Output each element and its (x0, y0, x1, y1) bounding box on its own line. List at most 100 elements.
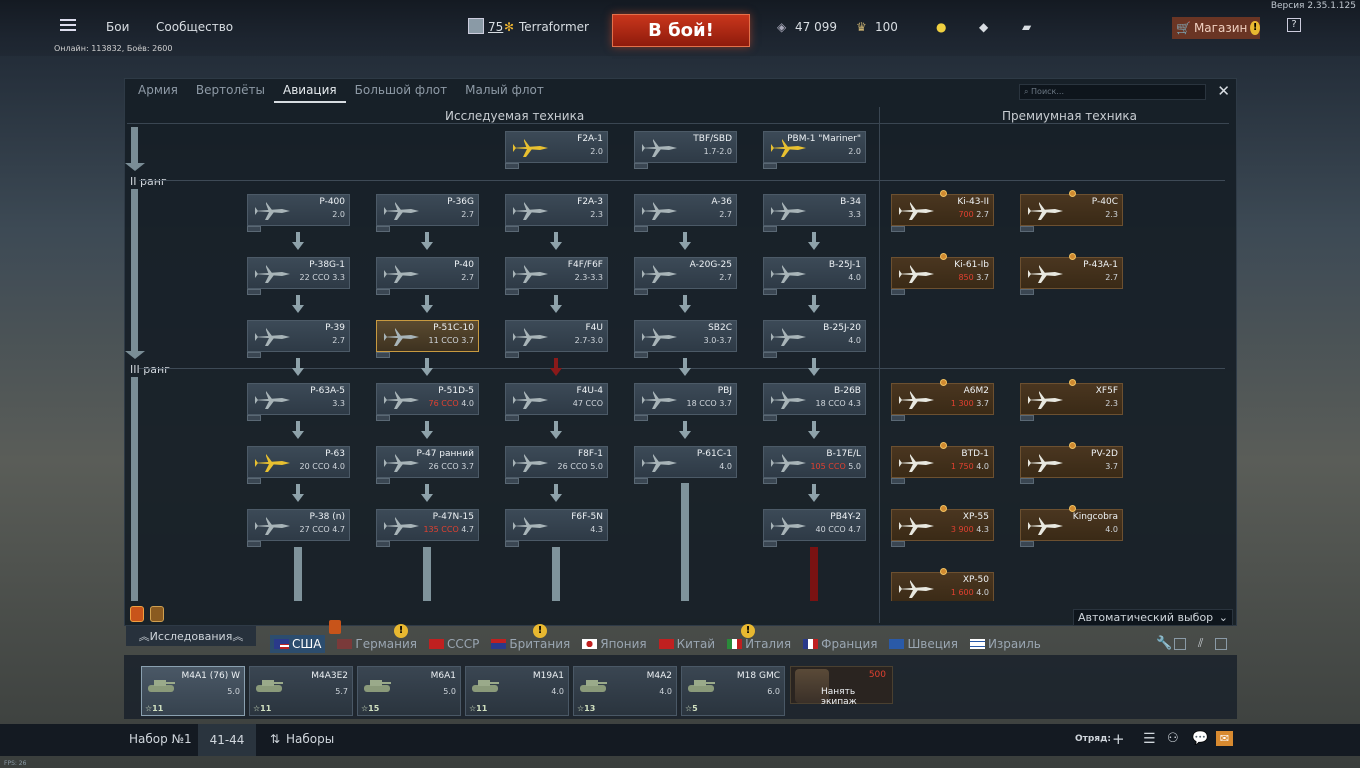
vehicle-card[interactable]: PB4Y-2 40 CCO 4.7 (763, 509, 866, 547)
vehicle-card[interactable]: B-26B 18 CCO 4.3 (763, 383, 866, 421)
vehicle-card[interactable]: Kingcobra 4.0 (1020, 505, 1123, 547)
vehicle-card[interactable]: TBF/SBD 1.7-2.0 (634, 131, 737, 169)
nation-japan[interactable]: Япония (582, 635, 647, 653)
battlepass-icon[interactable]: ◆ (979, 20, 988, 34)
nation-ussr[interactable]: СССР (429, 635, 479, 653)
achievement-icon[interactable] (150, 606, 164, 622)
mail-icon[interactable]: ✉ (1216, 731, 1233, 746)
nation-usa[interactable]: США (270, 635, 326, 653)
shop-button[interactable]: 🛒 Магазин! (1172, 17, 1260, 39)
tab-bluewater-fleet[interactable]: Большой флот (346, 79, 457, 103)
crew-slot[interactable]: M4A1 (76) W 5.0 ☆11 (141, 666, 245, 716)
vehicle-card[interactable]: P-43A-1 2.7 (1020, 253, 1123, 295)
hire-crew-slot[interactable]: 500 Нанять экипаж (790, 666, 893, 707)
vehicle-card[interactable]: F4F/F6F 2.3-3.3 (505, 257, 608, 295)
vehicle-card[interactable]: F6F-5N 4.3 (505, 509, 608, 547)
nation-israel[interactable]: Израиль (969, 635, 1041, 653)
silver-balance[interactable]: 47 099 (795, 20, 837, 34)
nation-china[interactable]: Китай (658, 635, 715, 653)
chat-icon[interactable]: 💬 (1192, 731, 1208, 746)
vehicle-name: P-47N-15 (432, 512, 474, 522)
friends-icon[interactable]: ⚇ (1167, 731, 1179, 746)
vehicle-card[interactable]: P-39 2.7 (247, 320, 350, 358)
vehicle-card[interactable]: P-38 (n) 27 CCO 4.7 (247, 509, 350, 547)
achievement-icon[interactable] (130, 606, 144, 622)
vehicle-card[interactable]: PV-2D 3.7 (1020, 442, 1123, 484)
vehicle-card[interactable]: P-40 2.7 (376, 257, 479, 295)
ammo-checkbox[interactable] (1215, 638, 1227, 650)
search-input[interactable]: ⌕ Поиск... (1019, 84, 1206, 100)
battles-menu[interactable]: Бои (106, 20, 129, 34)
wrench-icon[interactable]: 🔧 (1156, 636, 1172, 651)
tab-coastal-fleet[interactable]: Малый флот (456, 79, 553, 103)
auto-select-dropdown[interactable]: Автоматический выбор ⌄ (1073, 609, 1233, 626)
nation-germany[interactable]: Германия (337, 635, 417, 653)
vehicle-card[interactable]: P-36G 2.7 (376, 194, 479, 232)
vehicle-card[interactable]: P-51D-5 76 CCO 4.0 (376, 383, 479, 421)
vehicle-card[interactable]: A6M2 1 300 3.7 (891, 379, 994, 421)
vehicle-card[interactable]: P-47N-15 135 CCO 4.7 (376, 509, 479, 547)
vehicle-card[interactable]: B-34 3.3 (763, 194, 866, 232)
vehicle-br: 4.0 (1105, 525, 1118, 534)
vehicle-card[interactable]: P-40C 2.3 (1020, 190, 1123, 232)
tab-army[interactable]: Армия (129, 79, 187, 103)
vehicle-card[interactable]: PBJ 18 CCO 3.7 (634, 383, 737, 421)
vehicle-card[interactable]: A-20G-25 2.7 (634, 257, 737, 295)
vehicle-card[interactable]: XP-50 1 600 4.0 (891, 568, 994, 601)
vehicle-card[interactable]: PBM-1 "Mariner" 2.0 (763, 131, 866, 169)
vehicle-card[interactable]: F4U 2.7-3.0 (505, 320, 608, 358)
golden-eagles-balance[interactable]: 100 (875, 20, 898, 34)
vehicle-card[interactable]: P-63A-5 3.3 (247, 383, 350, 421)
crew-slot[interactable]: M19A1 4.0 ☆11 (465, 666, 569, 716)
preset-name[interactable]: Набор №1 (129, 732, 192, 746)
vehicle-card[interactable]: XF5F 2.3 (1020, 379, 1123, 421)
vehicle-card[interactable]: Ki-61-Ib 850 3.7 (891, 253, 994, 295)
vehicle-card[interactable]: B-25J-1 4.0 (763, 257, 866, 295)
vehicle-card[interactable]: XP-55 3 900 4.3 (891, 505, 994, 547)
vehicle-card[interactable]: P-400 2.0 (247, 194, 350, 232)
nation-britain[interactable]: Британия (491, 635, 570, 653)
vehicle-card[interactable]: BTD-1 1 750 4.0 (891, 442, 994, 484)
vehicle-card[interactable]: Ki-43-II 700 2.7 (891, 190, 994, 232)
vehicle-card[interactable]: P-47 ранний 26 CCO 3.7 (376, 446, 479, 484)
menu-icon[interactable] (60, 18, 76, 35)
battle-button[interactable]: В бой! (612, 14, 750, 47)
vehicle-card[interactable]: A-36 2.7 (634, 194, 737, 232)
repair-checkbox[interactable] (1174, 638, 1186, 650)
tab-aviation[interactable]: Авиация (274, 79, 346, 103)
crew-slot[interactable]: M18 GMC 6.0 ☆5 (681, 666, 785, 716)
ticket-icon[interactable]: ▰ (1022, 20, 1031, 34)
list-icon[interactable]: ☰ (1143, 731, 1156, 747)
community-menu[interactable]: Сообщество (156, 20, 233, 34)
vehicle-card[interactable]: P-61C-1 4.0 (634, 446, 737, 484)
nation-sweden[interactable]: Швеция (889, 635, 958, 653)
research-toggle[interactable]: ︽ Исследования ︽ (126, 626, 256, 646)
vehicle-card[interactable]: B-17E/L 105 CCO 5.0 (763, 446, 866, 484)
arrow-icon (425, 484, 429, 494)
add-squad-icon[interactable]: + (1112, 730, 1125, 748)
preset-range[interactable]: 41-44 (198, 724, 256, 756)
crew-slot[interactable]: M4A2 4.0 ☆13 (573, 666, 677, 716)
vehicle-card[interactable]: F8F-1 26 CCO 5.0 (505, 446, 608, 484)
vehicle-card[interactable]: F2A-3 2.3 (505, 194, 608, 232)
tab-helicopters[interactable]: Вертолёты (187, 79, 274, 103)
player-name[interactable]: Terraformer (519, 20, 589, 34)
nation-france[interactable]: Франция (803, 635, 877, 653)
help-icon[interactable]: ? (1287, 18, 1301, 32)
vehicle-card[interactable]: B-25J-20 4.0 (763, 320, 866, 358)
presets-icon[interactable]: ⇅ (270, 732, 280, 746)
vehicle-card[interactable]: F4U-4 47 CCO (505, 383, 608, 421)
presets-button[interactable]: Наборы (286, 732, 334, 746)
close-icon[interactable]: ✕ (1217, 82, 1230, 100)
vehicle-card[interactable]: F2A-1 2.0 (505, 131, 608, 169)
bulb-icon[interactable]: ● (936, 20, 946, 34)
avatar[interactable] (468, 18, 484, 34)
nation-italy[interactable]: Италия (727, 635, 791, 653)
vehicle-card[interactable]: P-51C-10 11 CCO 3.7 (376, 320, 479, 358)
crew-slot[interactable]: M6A1 5.0 ☆15 (357, 666, 461, 716)
crew-slot[interactable]: M4A3E2 5.7 ☆11 (249, 666, 353, 716)
vehicle-card[interactable]: SB2C 3.0-3.7 (634, 320, 737, 358)
ammo-icon[interactable]: ⫽ (1198, 636, 1203, 651)
vehicle-card[interactable]: P-38G-1 22 CCO 3.3 (247, 257, 350, 295)
vehicle-card[interactable]: P-63 20 CCO 4.0 (247, 446, 350, 484)
